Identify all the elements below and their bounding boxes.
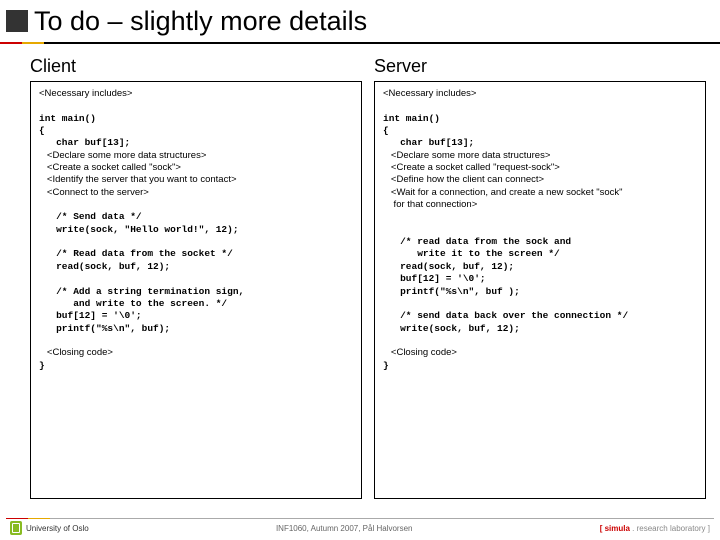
server-heading: Server: [374, 56, 706, 77]
footer-left: University of Oslo: [10, 521, 89, 535]
title-bullet-icon: [6, 10, 28, 32]
footer-center: INF1060, Autumn 2007, Pål Halvorsen: [276, 524, 413, 533]
university-label: University of Oslo: [26, 524, 89, 533]
client-column: Client <Necessary includes> int main() {…: [30, 56, 362, 499]
uio-logo-icon: [10, 521, 22, 535]
client-code: <Necessary includes> int main() { char b…: [30, 81, 362, 499]
columns: Client <Necessary includes> int main() {…: [0, 44, 720, 499]
title-bar: To do – slightly more details: [0, 0, 720, 42]
client-heading: Client: [30, 56, 362, 77]
server-column: Server <Necessary includes> int main() {…: [374, 56, 706, 499]
server-code: <Necessary includes> int main() { char b…: [374, 81, 706, 499]
title-divider: [0, 42, 720, 44]
footer: University of Oslo INF1060, Autumn 2007,…: [0, 518, 720, 540]
slide-title: To do – slightly more details: [34, 6, 367, 37]
footer-right: [ simula . research laboratory ]: [600, 524, 710, 533]
